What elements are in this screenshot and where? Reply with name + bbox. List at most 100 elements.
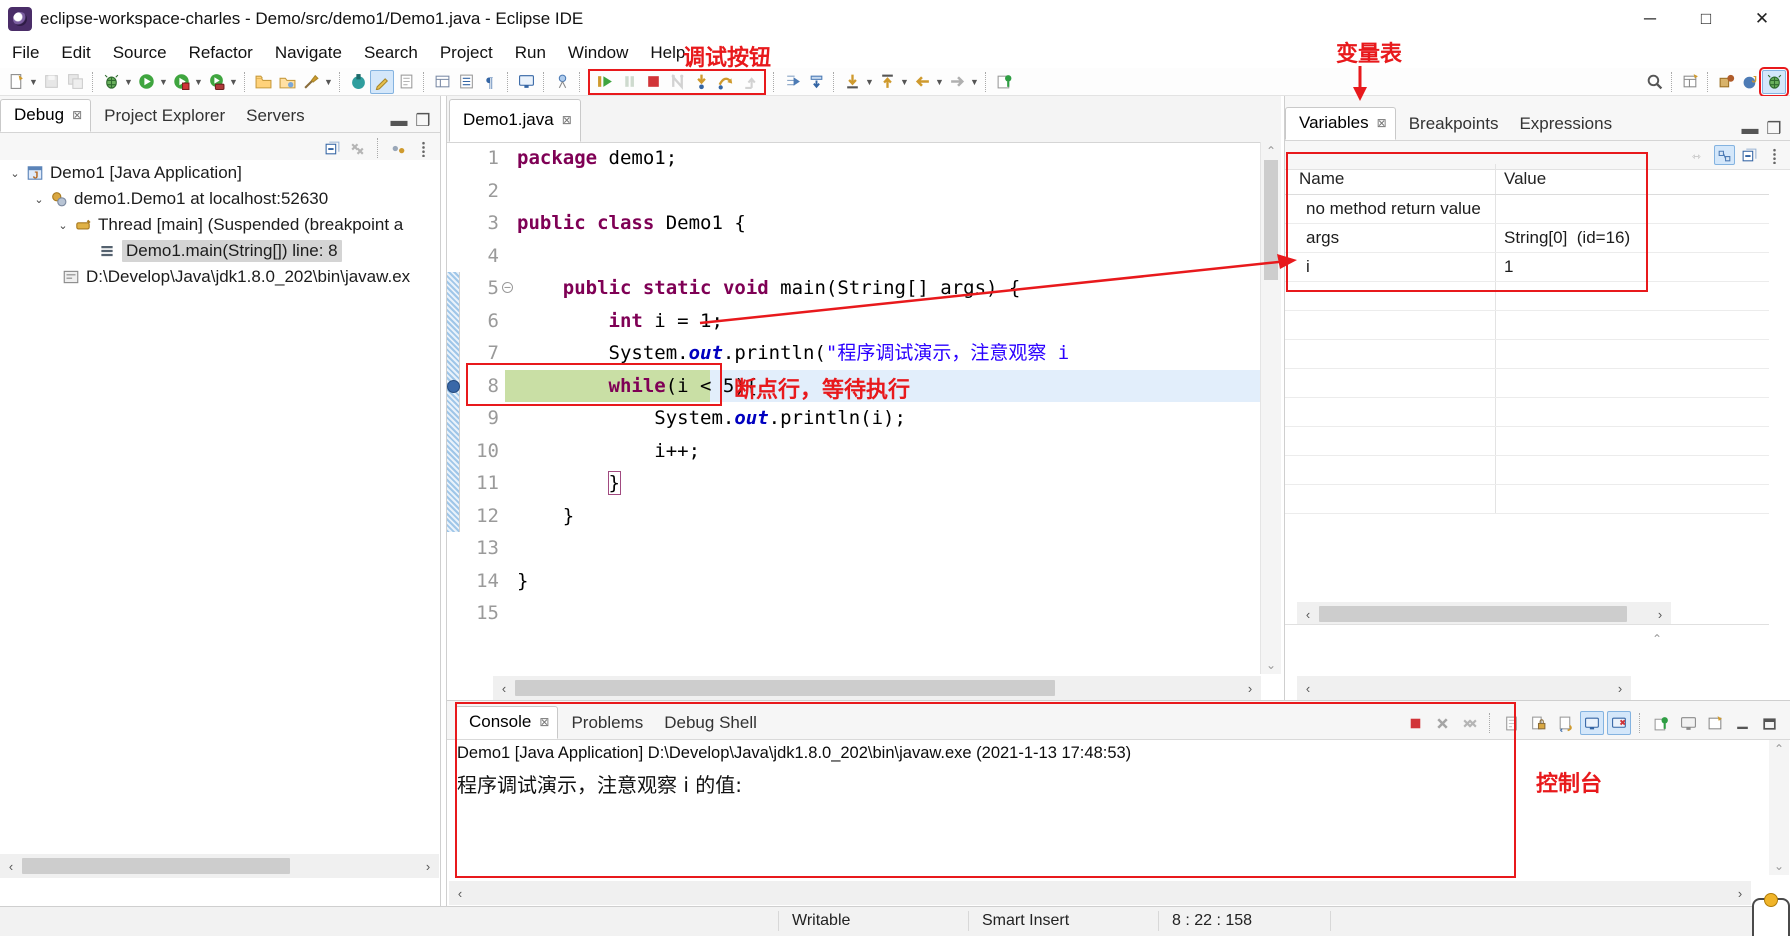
new-console-dd-button[interactable] bbox=[1703, 711, 1727, 735]
search-button[interactable] bbox=[1642, 70, 1666, 94]
code-line-14[interactable]: 14} bbox=[447, 565, 1281, 598]
menu-help[interactable]: Help bbox=[650, 43, 685, 63]
view-menu-button[interactable] bbox=[1764, 145, 1785, 165]
variables-hscrollbar[interactable]: ‹ › bbox=[1297, 602, 1671, 626]
chevron-expanded-icon[interactable]: ⌄ bbox=[56, 219, 70, 232]
editor-hscrollbar[interactable]: ‹ › bbox=[493, 676, 1261, 700]
scroll-up-icon[interactable]: ⌃ bbox=[1261, 144, 1281, 158]
code-line-11[interactable]: 11 } bbox=[447, 467, 1281, 500]
scroll-right-icon[interactable]: › bbox=[1609, 681, 1631, 696]
debug-bug-button[interactable] bbox=[99, 70, 123, 94]
tab-servers[interactable]: Servers bbox=[233, 101, 313, 132]
pilcrow-button[interactable]: ¶ bbox=[478, 70, 502, 94]
menu-source[interactable]: Source bbox=[113, 43, 167, 63]
dropdown-arrow-icon[interactable]: ▼ bbox=[864, 70, 875, 94]
minimize-glyph-button[interactable] bbox=[1730, 711, 1754, 735]
code-line-10[interactable]: 10 i++; bbox=[447, 435, 1281, 468]
tab-problems[interactable]: Problems bbox=[558, 708, 651, 739]
external-tools-button[interactable] bbox=[204, 70, 228, 94]
column-header-value[interactable]: Value bbox=[1496, 169, 1769, 189]
tab-expressions[interactable]: ⁶xExpressions bbox=[1506, 109, 1620, 140]
pencil-highlight-button[interactable] bbox=[370, 70, 394, 94]
detail-hscrollbar[interactable]: ‹ › bbox=[1297, 676, 1631, 700]
code-line-3[interactable]: 3public class Demo1 { bbox=[447, 207, 1281, 240]
close-tab-icon[interactable]: ⊠ bbox=[72, 108, 82, 122]
menu-run[interactable]: Run bbox=[515, 43, 546, 63]
debug-tree-item[interactable]: D:\Develop\Java\jdk1.8.0_202\bin\javaw.e… bbox=[0, 264, 440, 290]
last-edit-location-button[interactable] bbox=[840, 70, 864, 94]
scroll-down-icon[interactable]: ⌄ bbox=[1769, 859, 1789, 873]
back-button[interactable] bbox=[910, 70, 934, 94]
menu-refactor[interactable]: Refactor bbox=[189, 43, 253, 63]
tab-breakpoints[interactable]: Breakpoints bbox=[1396, 109, 1507, 140]
menu-window[interactable]: Window bbox=[568, 43, 628, 63]
debug-tree-item[interactable]: ⌄demo1.Demo1 at localhost:52630 bbox=[0, 186, 440, 212]
console-view-button[interactable] bbox=[514, 70, 538, 94]
doc-wrap-button[interactable] bbox=[1553, 711, 1577, 735]
scrollbar-thumb[interactable] bbox=[515, 680, 1055, 696]
variable-empty-row[interactable] bbox=[1285, 282, 1769, 311]
variable-empty-row[interactable] bbox=[1285, 485, 1769, 514]
variable-empty-row[interactable] bbox=[1285, 369, 1769, 398]
remove-terminated-button[interactable] bbox=[347, 138, 368, 158]
scroll-up-icon[interactable]: ⌃ bbox=[1647, 632, 1667, 646]
con-err-button[interactable] bbox=[1607, 711, 1631, 735]
debug-tree-item[interactable]: ⌄JDemo1 [Java Application] bbox=[0, 160, 440, 186]
pause-button[interactable] bbox=[617, 70, 641, 94]
scroll-left-icon[interactable]: ‹ bbox=[493, 681, 515, 696]
code-line-12[interactable]: 12 } bbox=[447, 500, 1281, 533]
scrollbar-thumb[interactable] bbox=[1319, 606, 1627, 622]
code-line-15[interactable]: 15 bbox=[447, 597, 1281, 630]
dropdown-arrow-icon[interactable]: ▼ bbox=[28, 70, 39, 94]
dots2-button[interactable] bbox=[388, 138, 409, 158]
plugin-button[interactable] bbox=[346, 70, 370, 94]
variable-empty-row[interactable] bbox=[1285, 311, 1769, 340]
remove-x-button[interactable] bbox=[1430, 711, 1454, 735]
scrollbar-thumb[interactable] bbox=[22, 858, 290, 874]
paintbrush-button[interactable] bbox=[299, 70, 323, 94]
java-perspective-button[interactable] bbox=[1714, 70, 1738, 94]
menu-edit[interactable]: Edit bbox=[61, 43, 90, 63]
dropdown-arrow-icon[interactable]: ▼ bbox=[228, 70, 239, 94]
go-into-button[interactable] bbox=[875, 70, 899, 94]
pin-needle-button[interactable] bbox=[550, 70, 574, 94]
chevron-expanded-icon[interactable]: ⌄ bbox=[8, 167, 22, 180]
variable-empty-row[interactable] bbox=[1285, 398, 1769, 427]
variable-row-args[interactable]: argsString[0] (id=16) bbox=[1285, 224, 1769, 253]
pin-editor-button[interactable] bbox=[992, 70, 1016, 94]
close-tab-icon[interactable]: ⊠ bbox=[562, 113, 572, 127]
code-line-5[interactable]: 5– public static void main(String[] args… bbox=[447, 272, 1281, 305]
tab-debug-shell[interactable]: JDebug Shell bbox=[651, 708, 765, 739]
javaee-perspective-button[interactable]: J bbox=[1738, 70, 1762, 94]
column-header-name[interactable]: Name bbox=[1285, 164, 1496, 194]
new-wizard-button[interactable] bbox=[4, 70, 28, 94]
code-line-6[interactable]: 6 int i = 1; bbox=[447, 305, 1281, 338]
disconnect-button[interactable] bbox=[665, 70, 689, 94]
scroll-left-icon[interactable]: ‹ bbox=[0, 859, 22, 874]
dropdown-arrow-icon[interactable]: ▼ bbox=[158, 70, 169, 94]
tab-demo1-java[interactable]: Demo1.java ⊠ bbox=[449, 99, 581, 142]
maximize-button[interactable]: □ bbox=[1678, 0, 1734, 38]
close-button[interactable]: ✕ bbox=[1734, 0, 1790, 38]
menu-search[interactable]: Search bbox=[364, 43, 418, 63]
debug-tree-item[interactable]: ⌄Thread [main] (Suspended (breakpoint a bbox=[0, 212, 440, 238]
collapse-all-button[interactable] bbox=[1739, 145, 1760, 165]
close-tab-icon[interactable]: ⊠ bbox=[1377, 116, 1387, 130]
view-menu-button[interactable] bbox=[413, 138, 434, 158]
folder-open2-button[interactable] bbox=[275, 70, 299, 94]
maximize-panel-icon[interactable]: ❒ bbox=[1765, 122, 1783, 136]
scroll-left-icon[interactable]: ‹ bbox=[449, 886, 471, 901]
scroll-down-icon[interactable]: ⌄ bbox=[1261, 658, 1281, 672]
doc-clear-button[interactable] bbox=[1499, 711, 1523, 735]
save-button[interactable] bbox=[39, 70, 63, 94]
open-perspective-button[interactable] bbox=[1678, 70, 1702, 94]
terminate-button[interactable] bbox=[641, 70, 665, 94]
dropdown-arrow-icon[interactable]: ▼ bbox=[123, 70, 134, 94]
debug-perspective-button[interactable] bbox=[1762, 70, 1786, 94]
doc-list-button[interactable] bbox=[454, 70, 478, 94]
folder-open-button[interactable] bbox=[251, 70, 275, 94]
chevron-expanded-icon[interactable]: ⌄ bbox=[32, 193, 46, 206]
code-line-9[interactable]: 9 System.out.println(i); bbox=[447, 402, 1281, 435]
minimize-button[interactable]: ─ bbox=[1622, 0, 1678, 38]
console-hscrollbar[interactable]: ‹ › bbox=[449, 881, 1751, 905]
